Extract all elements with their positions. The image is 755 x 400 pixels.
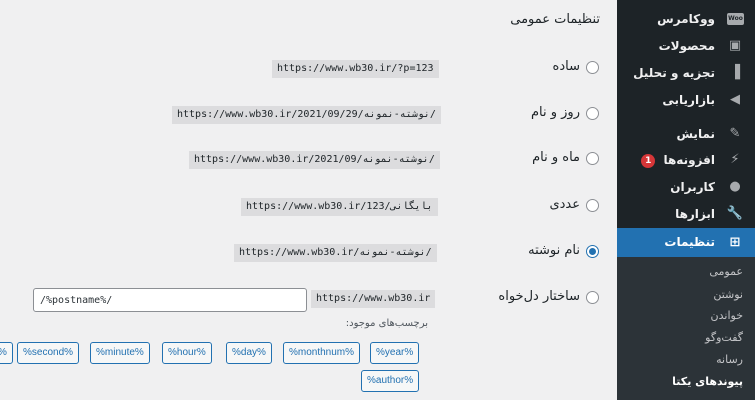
settings-icon: ⊞ [729,235,741,250]
sidebar-item-label: تجزیه و تحلیل [633,66,715,80]
submenu-discussion[interactable]: گفت‌وگو [705,331,743,344]
sidebar-item-label: افزونه‌ها [663,153,715,167]
available-tags-label: برچسب‌های موجود: [345,318,428,329]
archive-icon: ▣ [728,38,742,53]
option-label-post-name: نام نوشته [528,243,580,258]
settings-submenu: عمومی نوشتن خواندن گفت‌وگو رسانه پیوندها… [617,257,755,400]
brush-icon: ✎ [729,126,741,141]
submenu-permalinks[interactable]: پیوندهای یکتا [672,375,743,388]
sidebar-item-analytics[interactable]: ▐ تجزیه و تحلیل [617,60,755,86]
sidebar-item-users[interactable]: ● کاربران [617,174,755,200]
option-label-month-name: ماه و نام [532,150,580,165]
submenu-media[interactable]: رسانه [716,353,743,366]
wrench-icon: 🔧 [726,206,743,221]
submenu-reading[interactable]: خواندن [711,309,743,322]
radio-custom[interactable] [586,291,599,304]
chart-bar-icon: ▐ [730,65,740,80]
sidebar-item-label: ووکامرس [657,12,715,26]
sidebar-item-plugins[interactable]: ⚡ افزونه‌ها 1 [617,147,755,173]
plugins-update-badge: 1 [641,153,656,168]
tag-minute-button[interactable]: %minute% [90,342,150,364]
tag-monthnum-button[interactable]: %monthnum% [283,342,361,364]
option-label-plain: ساده [552,59,580,74]
sidebar-item-tools[interactable]: 🔧 ابزارها [617,201,755,227]
tag-day-button[interactable]: %day% [226,342,272,364]
active-indicator-arrow [609,233,617,249]
tag-partial-button[interactable]: % [0,342,13,364]
custom-base-url: https://www.wb30.ir [311,290,436,308]
sidebar-item-settings[interactable]: ⊞ تنظیمات [609,228,755,257]
settings-section-title: تنظیمات عمومی [510,12,600,27]
woocommerce-icon: Woo [727,13,744,25]
sidebar-item-label: تنظیمات [664,235,715,249]
megaphone-icon: ◀ [730,92,740,107]
option-label-numeric: عددی [549,197,580,212]
radio-day-name[interactable] [586,107,599,120]
plugin-icon: ⚡ [730,152,740,167]
tag-author-button[interactable]: %author% [361,370,420,392]
example-numeric: https://www.wb30.ir/بایگانی/123 [241,198,438,216]
tag-second-button[interactable]: %second% [17,342,80,364]
sidebar-item-label: بازاریابی [662,93,715,107]
radio-plain[interactable] [586,61,599,74]
example-plain: https://www.wb30.ir/?p=123 [272,60,439,78]
radio-numeric[interactable] [586,199,599,212]
sidebar-item-label: نمایش [676,127,715,141]
users-icon: ● [729,179,741,194]
radio-post-name[interactable] [586,245,599,258]
sidebar-item-products[interactable]: ▣ محصولات [617,33,755,59]
example-month-name: https://www.wb30.ir/2021/09/نوشته-نمونه/ [189,151,440,169]
example-day-name: https://www.wb30.ir/2021/09/29/نوشته-نمو… [172,106,441,124]
sidebar-item-label: کاربران [670,180,715,194]
tag-year-button[interactable]: %year% [370,342,420,364]
option-label-day-name: روز و نام [530,105,580,120]
option-label-custom: ساختار دل‌خواه [498,289,580,304]
radio-month-name[interactable] [586,152,599,165]
sidebar-item-marketing[interactable]: ◀ بازاریابی [617,87,755,113]
sidebar-item-label: محصولات [658,39,715,53]
example-post-name: https://www.wb30.ir/نوشته-نمونه/ [234,244,437,262]
submenu-general[interactable]: عمومی [709,265,743,278]
submenu-writing[interactable]: نوشتن [713,288,743,301]
sidebar-item-label: ابزارها [675,207,715,221]
sidebar-item-woocommerce[interactable]: Woo ووکامرس [617,6,755,32]
sidebar-item-appearance[interactable]: ✎ نمایش [617,121,755,147]
tag-hour-button[interactable]: %hour% [162,342,212,364]
custom-structure-input[interactable] [33,288,307,312]
